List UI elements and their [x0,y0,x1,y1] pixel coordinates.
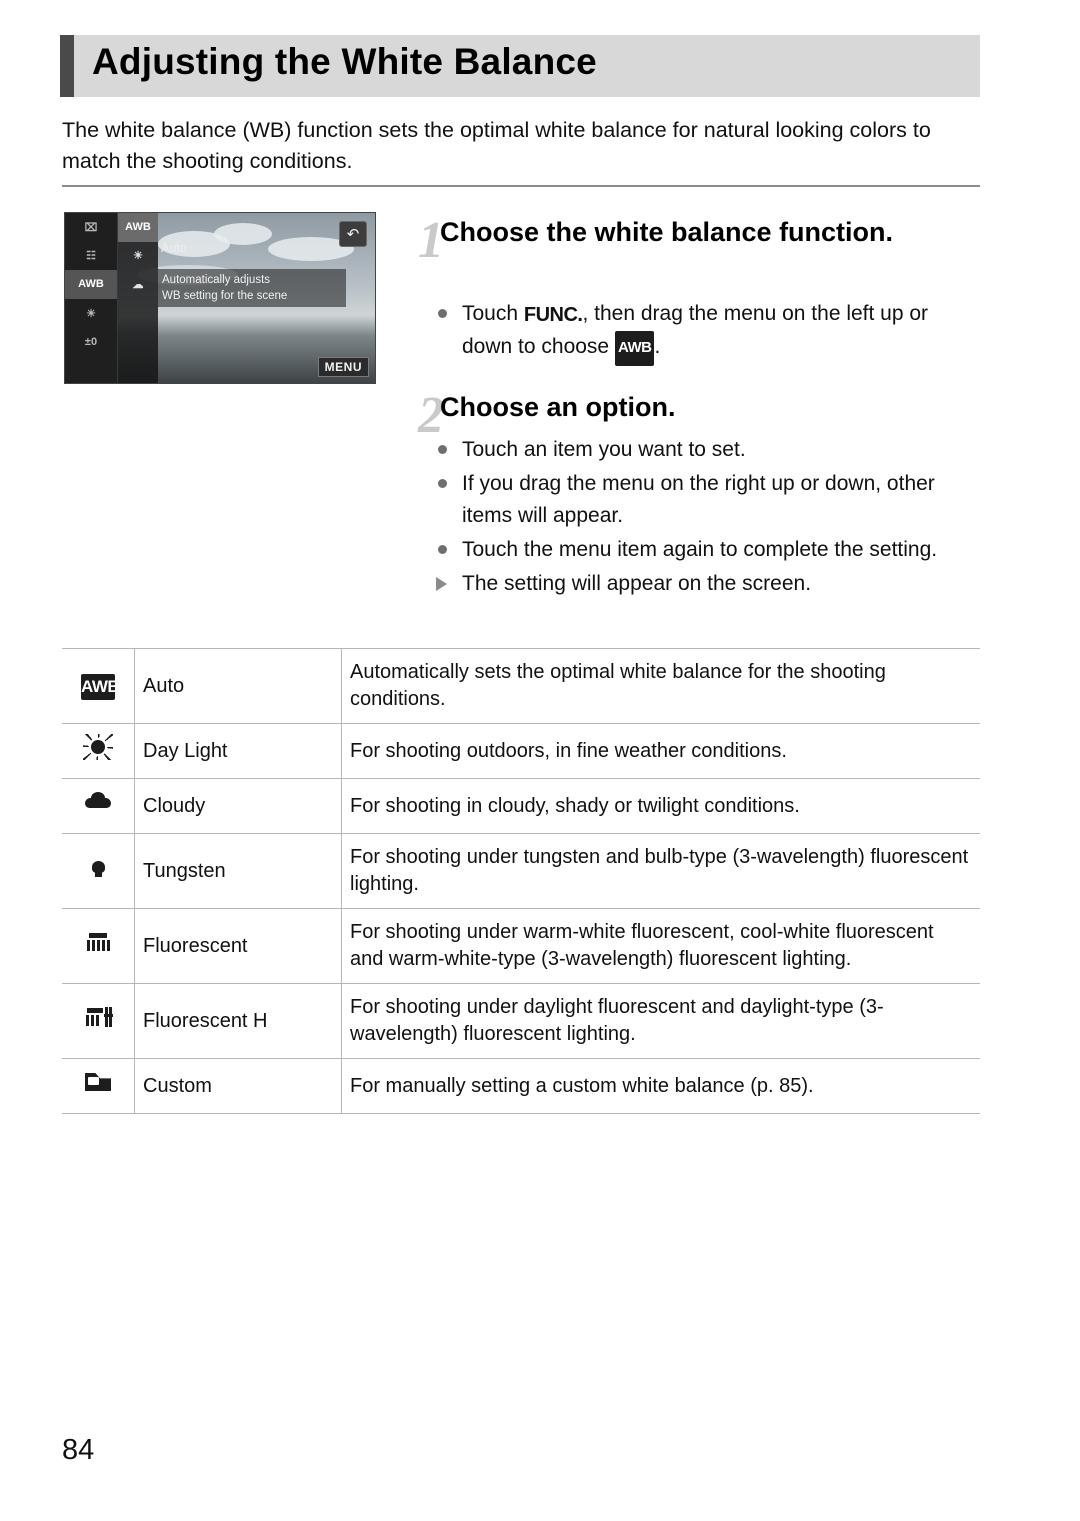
step-1-bullets: Touch FUNC., then drag the menu on the l… [434,298,982,368]
row-name: Cloudy [134,778,342,834]
horizontal-divider [62,185,980,187]
table-row: Cloudy For shooting in cloudy, shady or … [62,778,980,834]
row-description: For shooting under daylight fluorescent … [341,983,980,1059]
option-description-line-2: WB setting for the scene [162,290,288,302]
func-button-icon: FUNC. [523,304,583,326]
row-description: For shooting outdoors, in fine weather c… [341,723,980,779]
row-icon-cell [62,908,135,984]
option-menu-item-2[interactable]: ☁ [118,270,158,299]
row-name: Tungsten [134,833,342,909]
bullet-text: Touch an item you want to set. [462,438,746,461]
bullet-dot-icon [438,479,447,488]
menu-button[interactable]: MENU [317,357,369,377]
row-icon-cell [62,983,135,1059]
arrow-right-icon [436,577,447,591]
row-description: For shooting under warm-white fluorescen… [341,908,980,984]
option-menu-item-0[interactable]: AWB [118,213,158,242]
bullet-dot-icon [438,445,447,454]
table-row: AWB Auto Automatically sets the optimal … [62,648,980,724]
row-description: Automatically sets the optimal white bal… [341,648,980,724]
row-name: Fluorescent H [134,983,342,1059]
camera-screen-illustration: ⌧ ☷ AWB ☀ ±0 AWB ☀ ☁ Auto Automatically … [64,212,376,384]
bullet-dot-icon [438,309,447,318]
option-description-line-1: Automatically adjusts [162,274,271,286]
table-row: Day Light For shooting outdoors, in fine… [62,723,980,779]
option-description-panel: Automatically adjusts WB setting for the… [158,269,346,307]
table-row: Custom For manually setting a custom whi… [62,1058,980,1114]
step-2-title: Choose an option. [440,392,676,422]
bullet-dot-icon [438,545,447,554]
step-2-bullets: Touch an item you want to set. If you dr… [434,434,982,602]
page-number: 84 [62,1434,95,1466]
left-menu-item-4[interactable]: ±0 [65,327,117,356]
right-option-menu[interactable]: AWB ☀ ☁ [118,213,158,383]
cloud-shape [214,223,272,245]
row-name: Day Light [134,723,342,779]
row-name: Fluorescent [134,908,342,984]
back-arrow-icon[interactable]: ↶ [339,221,367,247]
custom-wb-icon [81,1069,115,1095]
page-title: Adjusting the White Balance [92,41,597,82]
bullet-text-pre: Touch [462,302,524,325]
bullet-item-result: The setting will appear on the screen. [434,568,982,600]
row-icon-cell [62,833,135,909]
bullet-item: Touch FUNC., then drag the menu on the l… [434,298,982,366]
bullet-text: The setting will appear on the screen. [462,572,812,595]
row-icon-cell [62,1058,135,1114]
left-menu-item-3[interactable]: ☀ [65,299,117,328]
fluorescent-h-icon [81,1004,115,1030]
table-row: Tungsten For shooting under tungsten and… [62,833,980,909]
row-name: Custom [134,1058,342,1114]
bullet-item: If you drag the menu on the right up or … [434,468,982,532]
selected-option-label: Auto [161,241,187,255]
row-icon-cell [62,778,135,834]
cloud-icon [81,789,115,815]
step-1-title: Choose the white balance function. [440,217,894,247]
awb-icon: AWB [81,673,120,700]
fluorescent-icon [81,929,115,955]
bullet-text-post: . [654,335,661,358]
row-name: Auto [134,648,342,724]
awb-icon: AWB [614,331,655,366]
row-icon-cell: AWB [62,648,135,724]
page-header-accent-bar [60,35,74,97]
left-menu-item-0[interactable]: ⌧ [65,213,117,242]
left-menu-item-2[interactable]: AWB [65,270,117,299]
tungsten-bulb-icon [81,854,115,880]
bullet-item: Touch the menu item again to complete th… [434,534,982,566]
row-description: For manually setting a custom white bala… [341,1058,980,1114]
sun-icon [81,734,115,760]
white-balance-options-table: AWB Auto Automatically sets the optimal … [62,648,980,1114]
bullet-text: If you drag the menu on the right up or … [462,472,935,527]
intro-paragraph: The white balance (WB) function sets the… [62,118,931,173]
bullet-text: Touch the menu item again to complete th… [462,538,938,561]
table-row: Fluorescent For shooting under warm-whit… [62,908,980,984]
bullet-item: Touch an item you want to set. [434,434,982,466]
row-description: For shooting under tungsten and bulb-typ… [341,833,980,909]
row-icon-cell [62,723,135,779]
row-description: For shooting in cloudy, shady or twiligh… [341,778,980,834]
left-function-menu[interactable]: ⌧ ☷ AWB ☀ ±0 [65,213,118,383]
option-menu-item-1[interactable]: ☀ [118,242,158,271]
left-menu-item-1[interactable]: ☷ [65,242,117,271]
table-row: Fluorescent H For shooting under dayligh… [62,983,980,1059]
